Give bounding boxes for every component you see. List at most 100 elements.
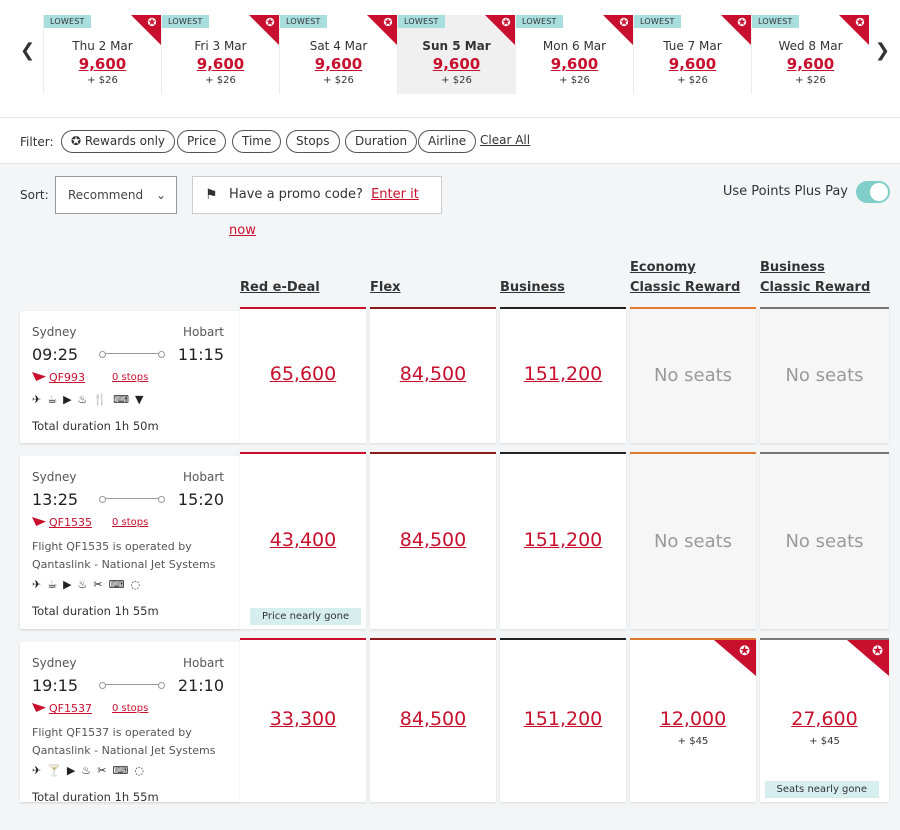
toggle-knob (870, 183, 888, 201)
amenity-icons: ✈🍸▶♨✂⌨◌ (32, 764, 150, 777)
date-fee: + $26 (795, 75, 826, 86)
points-plus-pay-label: Use Points Plus Pay (722, 184, 848, 199)
fare-cell[interactable]: 65,600 (240, 307, 366, 443)
points-plus-pay-toggle[interactable] (856, 181, 890, 203)
column-header[interactable]: Business Classic Reward (760, 258, 886, 298)
date-points: 9,600 (314, 55, 363, 73)
flight-number: QF993 (49, 371, 85, 384)
date-label: Tue 7 Mar (663, 39, 722, 53)
lowest-badge: LOWEST (398, 15, 445, 28)
fare-cell[interactable]: 151,200 (500, 452, 626, 629)
filter-chip[interactable]: Price (177, 130, 227, 153)
promo-text: Have a promo code? (229, 187, 363, 202)
filter-chip[interactable]: Airline (418, 130, 477, 153)
fare-cell[interactable]: 151,200 (500, 638, 626, 802)
filter-label: Filter: (20, 135, 54, 149)
operated-by-text: Flight QF1537 is operated by Qantaslink … (32, 726, 216, 757)
date-option[interactable]: LOWEST ✪ Mon 6 Mar 9,600 + $26 (515, 15, 633, 94)
award-icon: ✪ (71, 134, 85, 148)
date-option[interactable]: LOWEST ✪ Sun 5 Mar 9,600 + $26 (397, 15, 515, 94)
fare-points[interactable]: 12,000 (630, 708, 756, 730)
lowest-badge: LOWEST (516, 15, 563, 28)
sort-select[interactable]: Recommend ⌄ (55, 176, 177, 214)
departure-time: 19:15 (32, 676, 79, 695)
clear-all-link[interactable]: Clear All (480, 133, 530, 147)
promo-code-box: ⚑ Have a promo code? Enter it now (192, 176, 442, 238)
column-header[interactable]: Economy Classic Reward (630, 258, 756, 298)
filter-chip[interactable]: Duration (345, 130, 418, 153)
date-points: 9,600 (786, 55, 835, 73)
filter-chip[interactable]: Stops (286, 130, 340, 153)
column-header[interactable]: Red e-Deal (240, 258, 366, 298)
fare-points[interactable]: 65,600 (240, 363, 366, 385)
filter-chip[interactable]: ✪ Rewards only (61, 130, 176, 153)
fare-fee: + $45 (809, 736, 840, 747)
stops-link[interactable]: 0 stops (112, 517, 148, 528)
fare-points[interactable]: 84,500 (370, 708, 496, 730)
date-option[interactable]: LOWEST ✪ Thu 2 Mar 9,600 + $26 (43, 15, 161, 94)
total-duration: Total duration 1h 50m (32, 419, 159, 433)
filter-chip[interactable]: Time (232, 130, 282, 153)
arrival-time: 21:10 (177, 676, 224, 695)
fare-points[interactable]: 151,200 (500, 363, 626, 385)
fare-cell[interactable]: ✪ 12,000 + $45 (630, 638, 756, 802)
no-seats-text: No seats (785, 530, 864, 552)
fare-cell[interactable]: 33,300 (240, 638, 366, 802)
date-option[interactable]: LOWEST ✪ Sat 4 Mar 9,600 + $26 (279, 15, 397, 94)
column-header[interactable]: Business (500, 258, 626, 298)
fare-cell[interactable]: 84,500 (370, 307, 496, 443)
fare-cell[interactable]: ✪ 27,600 + $45 Seats nearly gone (760, 638, 889, 802)
fare-cell[interactable]: 84,500 (370, 452, 496, 629)
date-option[interactable]: LOWEST ✪ Tue 7 Mar 9,600 + $26 (633, 15, 751, 94)
flight-number-link[interactable]: QF1537 (32, 702, 92, 715)
date-label: Thu 2 Mar (72, 39, 133, 53)
departure-time: 13:25 (32, 490, 79, 509)
fare-cell[interactable]: 43,400 Price nearly gone (240, 452, 366, 629)
fare-points[interactable]: 84,500 (370, 363, 496, 385)
fare-points[interactable]: 43,400 (240, 529, 366, 551)
award-icon: ✪ (619, 16, 629, 29)
award-icon: ✪ (501, 16, 511, 29)
award-icon: ✪ (383, 16, 393, 29)
flight-number-link[interactable]: QF1535 (32, 516, 92, 529)
no-seats-text: No seats (653, 365, 733, 386)
next-dates-chevron-icon[interactable]: ❯ (875, 40, 890, 61)
award-icon: ✪ (739, 644, 750, 659)
award-icon: ✪ (265, 16, 275, 29)
date-option[interactable]: LOWEST ✪ Fri 3 Mar 9,600 + $26 (161, 15, 279, 94)
lowest-badge: LOWEST (162, 15, 209, 28)
column-header-line2: Flex (370, 280, 401, 295)
date-label: Sat 4 Mar (309, 39, 368, 53)
filter-bar: Filter: ✪ Rewards only Price Time Stops Dura… (0, 118, 900, 164)
arrival-time: 11:15 (177, 345, 224, 364)
destination-city: Hobart (183, 325, 224, 339)
fare-points[interactable]: 84,500 (370, 529, 496, 551)
amenity-icons: ✈☕▶♨🍴⌨▼ (32, 393, 150, 406)
date-label: Mon 6 Mar (542, 39, 607, 53)
fare-points[interactable]: 151,200 (500, 529, 626, 551)
date-option[interactable]: LOWEST ✪ Wed 8 Mar 9,600 + $26 (751, 15, 869, 94)
fare-points[interactable]: 151,200 (500, 708, 626, 730)
destination-city: Hobart (183, 656, 224, 670)
stops-link[interactable]: 0 stops (112, 372, 148, 383)
date-fee: + $26 (205, 75, 236, 86)
column-header-line2: Red e-Deal (240, 280, 320, 295)
no-seats-text: No seats (785, 365, 864, 386)
date-label: Fri 3 Mar (194, 39, 247, 53)
fare-points[interactable]: 27,600 (760, 708, 889, 730)
flight-number-link[interactable]: QF993 (32, 371, 85, 384)
date-strip: ❮ LOWEST ✪ Thu 2 Mar 9,600 + $26 LOWEST ✪ Fri 3… (0, 0, 900, 118)
fare-points[interactable]: 33,300 (240, 708, 366, 730)
fare-fee: + $45 (677, 736, 709, 747)
lowest-badge: LOWEST (280, 15, 327, 28)
filter-chip-label: Time (242, 134, 272, 148)
fare-cell[interactable]: 151,200 (500, 307, 626, 443)
prev-dates-chevron-icon[interactable]: ❮ (20, 40, 35, 61)
fare-cell: No seats (760, 452, 889, 629)
fare-cell[interactable]: 84,500 (370, 638, 496, 802)
route-line (99, 496, 165, 503)
stops-link[interactable]: 0 stops (112, 703, 148, 714)
column-header[interactable]: Flex (370, 258, 496, 298)
lowest-badge: LOWEST (752, 15, 799, 28)
sort-value: Recommend (68, 188, 144, 202)
